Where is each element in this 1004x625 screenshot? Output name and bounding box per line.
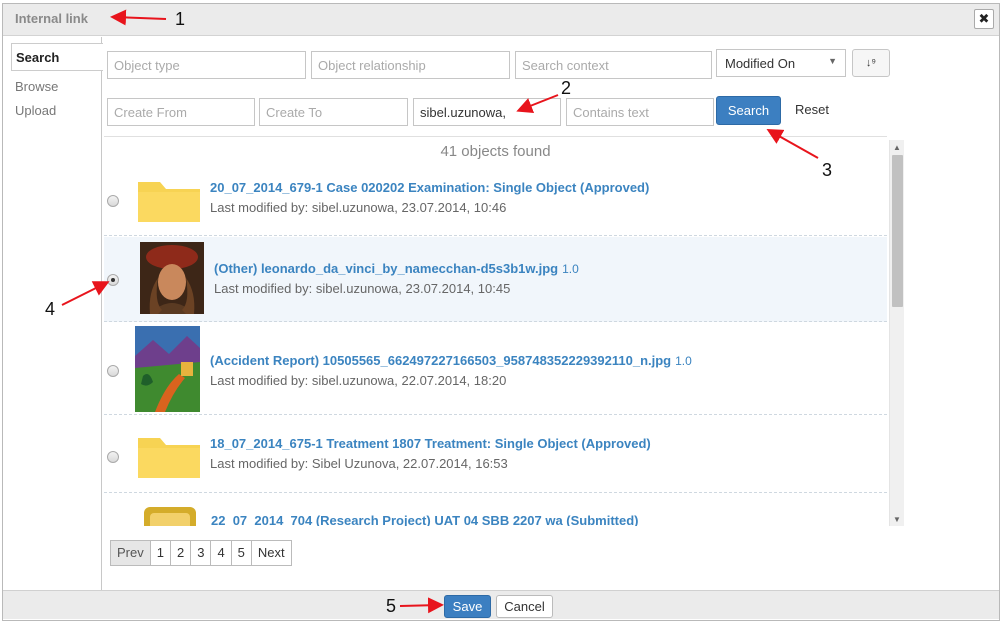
folder-icon: [138, 182, 200, 222]
dialog-titlebar: Internal link ✖: [3, 4, 999, 36]
callout-number-3: 3: [822, 160, 833, 180]
item-modified: Last modified by: sibel.uzunowa, 23.07.2…: [214, 281, 511, 296]
select-radio[interactable]: [107, 274, 119, 286]
sort-order-button[interactable]: ↓⁹: [852, 49, 890, 77]
sidebar-item-search[interactable]: Search: [11, 43, 103, 71]
callout-number-1: 1: [175, 9, 186, 29]
sidebar-item-upload[interactable]: Upload: [15, 103, 56, 118]
user-field[interactable]: sibel.uzunowa,: [413, 98, 561, 126]
select-radio[interactable]: [107, 365, 119, 377]
dialog-footer: Save Cancel: [3, 590, 999, 619]
page-button-5[interactable]: 5: [230, 540, 252, 566]
save-button[interactable]: Save: [444, 595, 491, 618]
project-folder-icon: [144, 507, 196, 526]
object-relationship-field[interactable]: Object relationship: [311, 51, 510, 79]
page-button-1[interactable]: 1: [149, 540, 171, 566]
cancel-button[interactable]: Cancel: [496, 595, 553, 618]
item-title[interactable]: 18_07_2014_675-1 Treatment 1807 Treatmen…: [210, 436, 651, 451]
contains-text-field[interactable]: Contains text: [566, 98, 714, 126]
pagination: Prev 1 2 3 4 5 Next: [110, 540, 292, 566]
select-radio[interactable]: [107, 451, 119, 463]
list-item[interactable]: 22_07_2014_704 (Research Project) UAT 04…: [104, 494, 887, 526]
select-radio[interactable]: [107, 195, 119, 207]
item-title[interactable]: (Other) leonardo_da_vinci_by_namecchan-d…: [214, 261, 579, 276]
list-item[interactable]: (Other) leonardo_da_vinci_by_namecchan-d…: [104, 237, 887, 322]
item-modified: Last modified by: sibel.uzunowa, 23.07.2…: [210, 200, 507, 215]
landscape-thumbnail: [135, 326, 200, 412]
item-title-text: 20_07_2014_679-1 Case 020202 Examination…: [210, 180, 650, 195]
sort-by-select[interactable]: Modified On ▼: [716, 49, 846, 77]
item-title-text: 18_07_2014_675-1 Treatment 1807 Treatmen…: [210, 436, 651, 451]
dialog-title: Internal link: [15, 11, 88, 26]
page-button-2[interactable]: 2: [169, 540, 192, 566]
item-title-text: 22_07_2014_704 (Research Project) UAT 04…: [211, 513, 639, 526]
item-title[interactable]: 20_07_2014_679-1 Case 020202 Examination…: [210, 180, 649, 195]
scroll-down-icon[interactable]: ▼: [893, 515, 901, 524]
callout-number-5: 5: [386, 596, 397, 616]
close-button[interactable]: ✖: [974, 9, 994, 29]
callout-number-4: 4: [45, 299, 56, 319]
item-modified: Last modified by: sibel.uzunowa, 22.07.2…: [210, 373, 507, 388]
page-button-3[interactable]: 3: [190, 540, 212, 566]
chevron-down-icon: ▼: [828, 56, 837, 66]
results-count: 41 objects found: [440, 143, 551, 160]
search-context-field[interactable]: Search context: [515, 51, 712, 79]
list-item[interactable]: (Accident Report) 10505565_6624972271665…: [104, 323, 887, 415]
sidebar-item-browse[interactable]: Browse: [15, 79, 58, 94]
item-title[interactable]: 22_07_2014_704 (Research Project) UAT 04…: [211, 513, 639, 526]
object-type-field[interactable]: Object type: [107, 51, 306, 79]
item-title[interactable]: (Accident Report) 10505565_6624972271665…: [210, 353, 692, 368]
create-to-field[interactable]: Create To: [259, 98, 408, 126]
item-version: 1.0: [562, 262, 579, 276]
scrollbar-thumb[interactable]: [892, 155, 903, 307]
search-button[interactable]: Search: [716, 96, 781, 125]
sort-by-value: Modified On: [725, 56, 796, 71]
list-item[interactable]: 18_07_2014_675-1 Treatment 1807 Treatmen…: [104, 416, 887, 493]
item-title-text: (Accident Report) 10505565_6624972271665…: [210, 353, 672, 368]
folder-icon: [138, 438, 200, 478]
callout-number-2: 2: [561, 78, 572, 98]
next-page-button[interactable]: Next: [250, 540, 292, 566]
list-item[interactable]: 20_07_2014_679-1 Case 020202 Examination…: [104, 165, 887, 236]
item-modified: Last modified by: Sibel Uzunova, 22.07.2…: [210, 456, 508, 471]
scroll-up-icon[interactable]: ▲: [893, 143, 901, 152]
reset-link[interactable]: Reset: [795, 102, 829, 117]
portrait-thumbnail: [140, 242, 204, 314]
sort-order-icon: ↓⁹: [865, 57, 877, 69]
page-button-4[interactable]: 4: [210, 540, 232, 566]
results-list: 41 objects found 20_07_2014_679-1 Case 0…: [104, 136, 887, 526]
create-from-field[interactable]: Create From: [107, 98, 255, 126]
prev-page-button[interactable]: Prev: [110, 540, 151, 566]
item-title-text: (Other) leonardo_da_vinci_by_namecchan-d…: [214, 261, 559, 276]
results-scrollbar[interactable]: ▲ ▼: [889, 140, 904, 526]
item-version: 1.0: [675, 354, 692, 368]
